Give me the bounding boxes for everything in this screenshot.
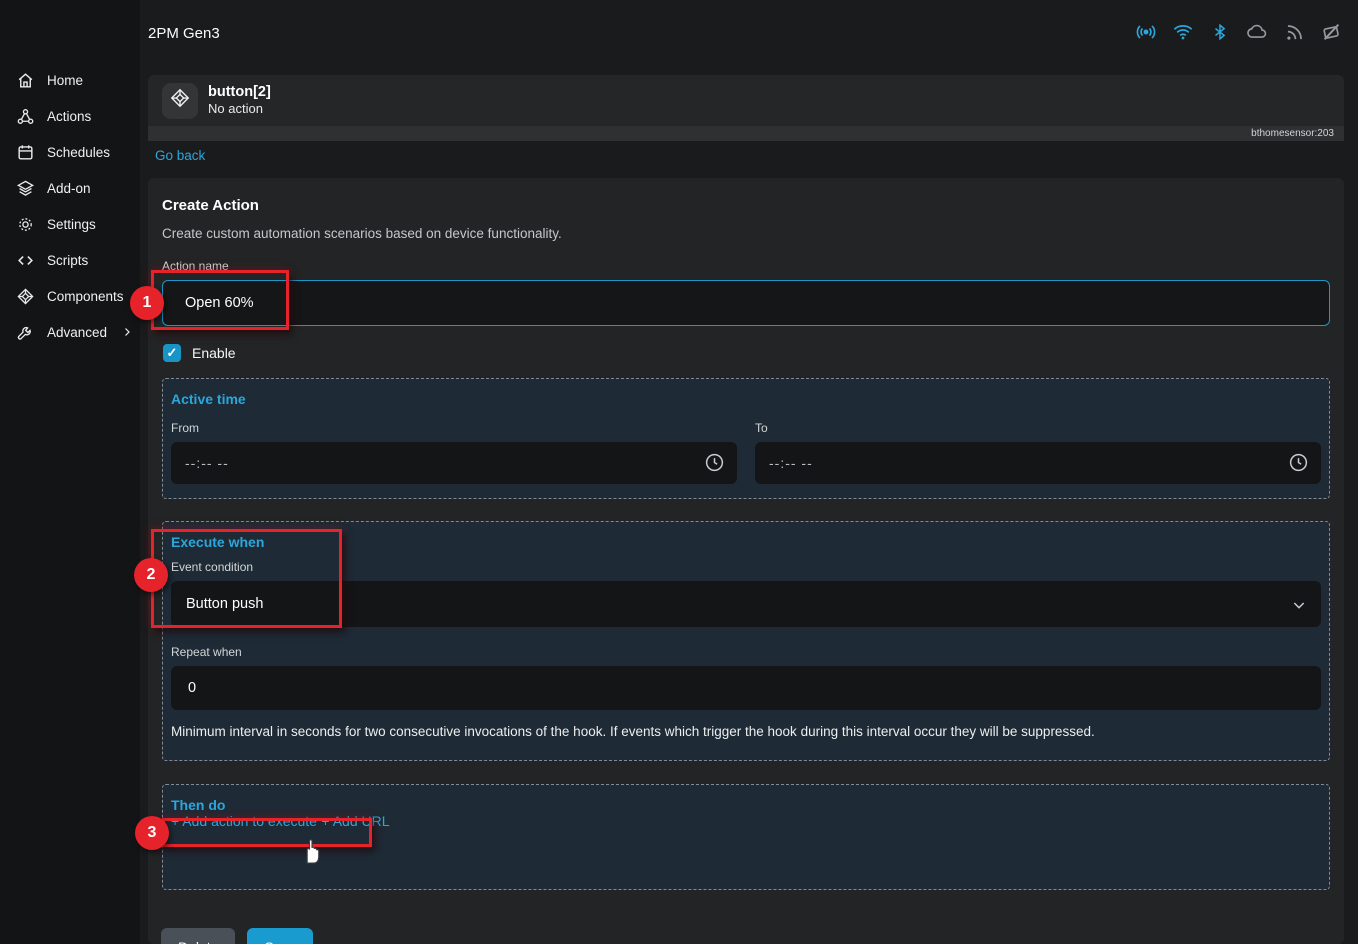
advanced-wrench-icon bbox=[16, 323, 35, 342]
active-time-title: Active time bbox=[171, 391, 1321, 407]
then-do-title: Then do bbox=[171, 797, 1321, 813]
device-model-title: 2PM Gen3 bbox=[148, 25, 220, 42]
from-label: From bbox=[171, 421, 737, 435]
sidebar: Home Actions Schedules Add-on Settings S… bbox=[0, 0, 140, 944]
from-time-placeholder: --:-- -- bbox=[185, 455, 229, 471]
enable-label: Enable bbox=[192, 345, 236, 361]
wifi-icon[interactable] bbox=[1172, 21, 1194, 43]
annotation-badge-3: 3 bbox=[135, 816, 169, 850]
annotation-badge-2: 2 bbox=[134, 558, 168, 592]
sidebar-item-label: Advanced bbox=[47, 325, 107, 340]
sidebar-item-label: Add-on bbox=[47, 181, 91, 196]
clock-icon[interactable] bbox=[704, 452, 725, 478]
component-id-badge: bthomesensor:203 bbox=[1251, 128, 1334, 139]
execute-when-title: Execute when bbox=[171, 534, 1321, 550]
page-description: Create custom automation scenarios based… bbox=[162, 226, 1330, 241]
component-status: No action bbox=[208, 101, 271, 117]
go-back-link[interactable]: Go back bbox=[155, 148, 205, 163]
sidebar-item-settings[interactable]: Settings bbox=[0, 206, 140, 242]
schedules-icon bbox=[16, 143, 35, 162]
page-title: Create Action bbox=[162, 197, 1330, 214]
sidebar-item-label: Components bbox=[47, 289, 124, 304]
component-name: button[2] bbox=[208, 83, 271, 101]
event-condition-select[interactable]: Button push bbox=[171, 581, 1321, 627]
to-label: To bbox=[755, 421, 1321, 435]
mqtt-icon[interactable] bbox=[1283, 21, 1305, 43]
action-name-label: Action name bbox=[162, 259, 1330, 273]
settings-gear-icon bbox=[16, 215, 35, 234]
status-icon-bar bbox=[1135, 21, 1342, 43]
chevron-right-icon bbox=[121, 326, 133, 338]
component-header-card: button[2] No action bthomesensor:203 bbox=[148, 75, 1344, 141]
annotation-box-3 bbox=[162, 818, 372, 847]
active-time-panel: Active time From --:-- -- To --:-- -- bbox=[162, 378, 1330, 499]
sidebar-item-addon[interactable]: Add-on bbox=[0, 170, 140, 206]
sidebar-item-label: Schedules bbox=[47, 145, 110, 160]
to-time-placeholder: --:-- -- bbox=[769, 455, 813, 471]
annotation-box-2 bbox=[151, 529, 342, 628]
cloud-icon[interactable] bbox=[1246, 21, 1268, 43]
sidebar-item-advanced[interactable]: Advanced bbox=[0, 314, 140, 350]
home-icon bbox=[16, 71, 35, 90]
annotation-box-1 bbox=[151, 270, 289, 330]
sidebar-item-label: Scripts bbox=[47, 253, 88, 268]
sidebar-item-schedules[interactable]: Schedules bbox=[0, 134, 140, 170]
repeat-when-helper: Minimum interval in seconds for two cons… bbox=[171, 724, 1321, 739]
repeat-when-label: Repeat when bbox=[171, 645, 1321, 659]
ap-icon[interactable] bbox=[1135, 21, 1157, 43]
to-time-input[interactable]: --:-- -- bbox=[755, 442, 1321, 484]
enable-checkbox[interactable] bbox=[163, 344, 181, 362]
event-condition-label: Event condition bbox=[171, 560, 1321, 574]
sidebar-item-label: Home bbox=[47, 73, 83, 88]
action-name-input[interactable] bbox=[162, 280, 1330, 326]
component-icon-box bbox=[162, 83, 198, 119]
component-cube-icon bbox=[169, 87, 191, 114]
annotation-badge-1: 1 bbox=[130, 286, 164, 320]
bluetooth-icon[interactable] bbox=[1209, 21, 1231, 43]
sidebar-item-label: Actions bbox=[47, 109, 91, 124]
actions-icon bbox=[16, 107, 35, 126]
sidebar-item-home[interactable]: Home bbox=[0, 62, 140, 98]
from-time-input[interactable]: --:-- -- bbox=[171, 442, 737, 484]
sidebar-item-label: Settings bbox=[47, 217, 96, 232]
components-cube-icon bbox=[16, 287, 35, 306]
sidebar-item-components[interactable]: Components bbox=[0, 278, 140, 314]
sidebar-item-scripts[interactable]: Scripts bbox=[0, 242, 140, 278]
sidebar-item-actions[interactable]: Actions bbox=[0, 98, 140, 134]
restricted-icon[interactable] bbox=[1320, 21, 1342, 43]
addon-layers-icon bbox=[16, 179, 35, 198]
delete-button[interactable]: Delete bbox=[161, 928, 235, 944]
scripts-code-icon bbox=[16, 251, 35, 270]
hand-cursor-icon bbox=[299, 835, 323, 870]
save-button[interactable]: Save bbox=[247, 928, 313, 944]
chevron-down-icon bbox=[1291, 597, 1307, 618]
repeat-when-input[interactable] bbox=[171, 666, 1321, 710]
clock-icon[interactable] bbox=[1288, 452, 1309, 478]
